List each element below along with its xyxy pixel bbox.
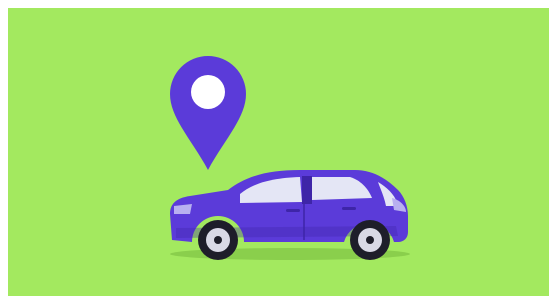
- door-handle-front: [342, 207, 356, 210]
- door-handle-rear: [286, 209, 300, 212]
- pin-center-dot: [191, 75, 225, 109]
- rear-wheel: [198, 220, 238, 260]
- car-pillar: [302, 176, 312, 204]
- front-wheel: [350, 220, 390, 260]
- car-location-illustration: [8, 8, 549, 296]
- illustration-canvas: [0, 0, 557, 305]
